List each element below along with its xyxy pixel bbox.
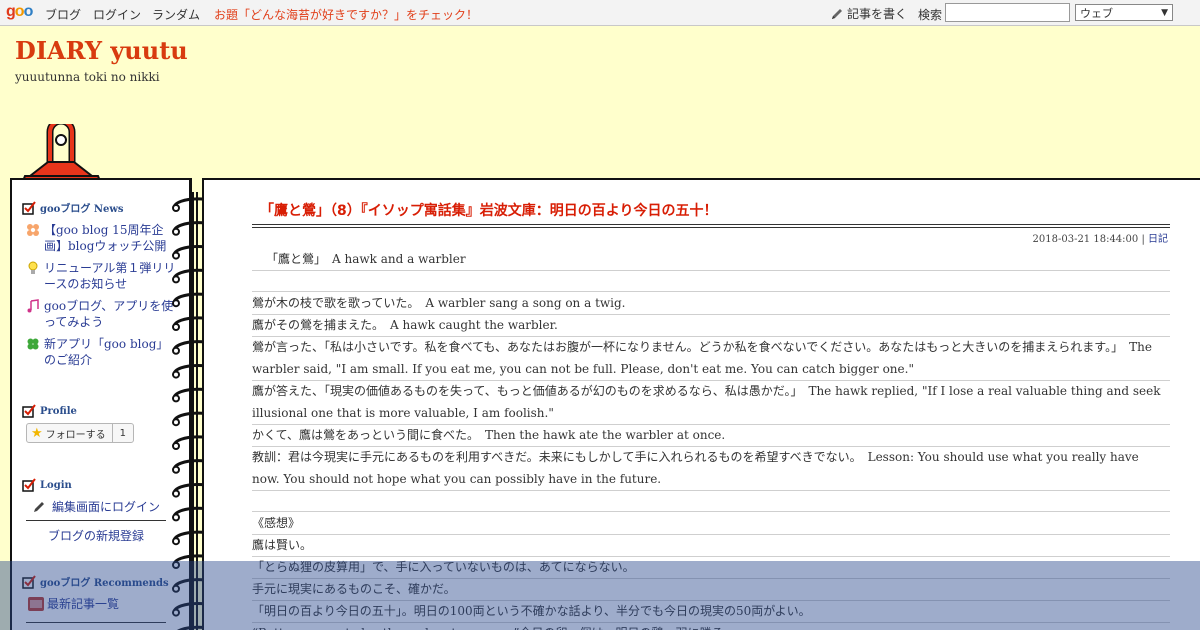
checkbox-icon: [22, 478, 36, 492]
search-input[interactable]: [945, 3, 1070, 22]
title-rule: [252, 227, 1170, 228]
entry-line: 《感想》: [252, 512, 1170, 535]
entry-category-link[interactable]: 日記: [1148, 234, 1168, 245]
chevron-down-icon: ▼: [1161, 7, 1168, 18]
news-item[interactable]: 新アプリ「goo blog」のご紹介: [26, 336, 176, 368]
star-icon: ★: [31, 425, 43, 441]
follow-label: ★ フォローする: [27, 424, 113, 442]
spiral-hole: [172, 275, 180, 284]
news-title-text: gooブログ News: [40, 204, 124, 215]
checkbox-icon: [22, 200, 36, 215]
logo-letter: o: [14, 3, 25, 20]
entry-line: 教訓：君は今現実に手元にあるものを利用すべきだ。未来にもしかして手に入れられるも…: [252, 446, 1170, 491]
nav-blog-link[interactable]: ブログ: [45, 6, 81, 23]
write-post-label: 記事を書く: [847, 7, 908, 21]
site-subtitle: yuuutunna toki no nikki: [15, 70, 160, 84]
spiral-hole: [172, 489, 180, 498]
follow-label-text: フォローする: [45, 429, 106, 441]
search-scope-value: ウェブ: [1080, 6, 1113, 20]
spiral-hole: [172, 346, 180, 355]
news-item-text: 【goo blog 15周年企画】blogウォッチ公開: [44, 223, 167, 253]
nav-random-link[interactable]: ランダム: [152, 6, 200, 23]
entry-line: [252, 270, 1170, 292]
top-bar: goo ブログ ログイン ランダム お題「どんな海苔が好きですか？」をチェック！…: [0, 0, 1200, 26]
login-edit-text: 編集画面にログイン: [52, 500, 161, 514]
entry-line: 「鷹と鶯」 A hawk and a warbler: [252, 248, 1170, 271]
site-title[interactable]: DIARY yuutu: [15, 36, 188, 65]
login-edit-link[interactable]: 編集画面にログイン: [32, 498, 160, 515]
news-section-title: gooブログ News: [22, 200, 124, 215]
spiral-hole: [172, 299, 180, 308]
spiral-hole: [172, 204, 180, 212]
spiral-hole: [172, 465, 180, 474]
goo-logo[interactable]: goo: [6, 3, 34, 21]
flower-icon: [27, 224, 39, 236]
news-item[interactable]: 【goo blog 15周年企画】blogウォッチ公開: [26, 222, 176, 254]
checkbox-icon: [22, 404, 36, 418]
clover-icon: [27, 338, 39, 350]
bottom-overlay: [0, 561, 1200, 630]
logo-letter: o: [23, 3, 34, 20]
meta-separator: |: [1138, 234, 1148, 245]
spiral-hole: [172, 227, 180, 236]
follow-button[interactable]: ★ フォローする 1: [26, 423, 135, 443]
pencil-icon: [832, 8, 842, 19]
news-item-text: gooブログ、アプリを使ってみよう: [44, 299, 174, 329]
music-note-icon: [27, 299, 39, 313]
spiral-hole: [172, 537, 180, 546]
entry-date: 2018-03-21 18:44:00: [1032, 234, 1139, 245]
entry-line: かくて、鷹は鶯をあっという間に食べた。 Then the hawk ate th…: [252, 424, 1170, 447]
entry-line: 鶯が木の枝で歌を歌っていた。 A warbler sang a song on …: [252, 292, 1170, 315]
spiral-hole: [172, 251, 180, 260]
news-item-text: リニューアル第１弾リリースのお知らせ: [44, 261, 176, 291]
divider: [26, 520, 166, 521]
spiral-hole: [172, 323, 180, 331]
logo-letter: g: [6, 3, 16, 20]
spiral-hole: [172, 442, 180, 450]
entry-line: [252, 490, 1170, 512]
pencil-icon: [34, 501, 44, 512]
entry-title[interactable]: 「鷹と鶯」（8）『イソップ寓話集』岩波文庫：明日の百より今日の五十！: [260, 200, 717, 220]
write-post-link[interactable]: 記事を書く: [830, 5, 907, 22]
odai-link[interactable]: お題「どんな海苔が好きですか？」をチェック！: [214, 6, 478, 23]
profile-section-title: Profile: [22, 404, 77, 418]
spiral-hole: [172, 513, 180, 522]
spiral-hole: [172, 370, 180, 379]
lightbulb-icon: [28, 261, 38, 274]
search-scope-select[interactable]: ウェブ ▼: [1075, 4, 1173, 21]
news-item-text: 新アプリ「goo blog」のご紹介: [44, 337, 169, 367]
entry-meta: 2018-03-21 18:44:00 | 日記: [1033, 230, 1168, 245]
nav-login-link[interactable]: ログイン: [93, 6, 141, 23]
register-link[interactable]: ブログの新規登録: [48, 527, 144, 544]
follow-count: 1: [119, 427, 127, 439]
entry-line: 鷹は賢い。: [252, 534, 1170, 557]
search-label: 検索: [918, 8, 943, 22]
entry-line: 鶯が言った、「私は小さいです。私を食べても、あなたはお腹が一杯になりません。どう…: [252, 336, 1170, 381]
login-title-text: Login: [40, 479, 72, 491]
news-item[interactable]: gooブログ、アプリを使ってみよう: [26, 298, 176, 330]
news-item[interactable]: リニューアル第１弾リリースのお知らせ: [26, 260, 176, 292]
spiral-hole: [172, 418, 180, 427]
profile-title-text: Profile: [40, 405, 77, 417]
login-section-title: Login: [22, 478, 72, 492]
title-rule: [252, 224, 1170, 225]
entry-line: 鷹がその鶯を捕まえた。 A hawk caught the warbler.: [252, 314, 1170, 337]
spiral-hole: [172, 394, 180, 403]
entry-line: 鷹が答えた、「現実の価値あるものを失って、もっと価値あるが幻のものを求めるなら、…: [252, 380, 1170, 425]
